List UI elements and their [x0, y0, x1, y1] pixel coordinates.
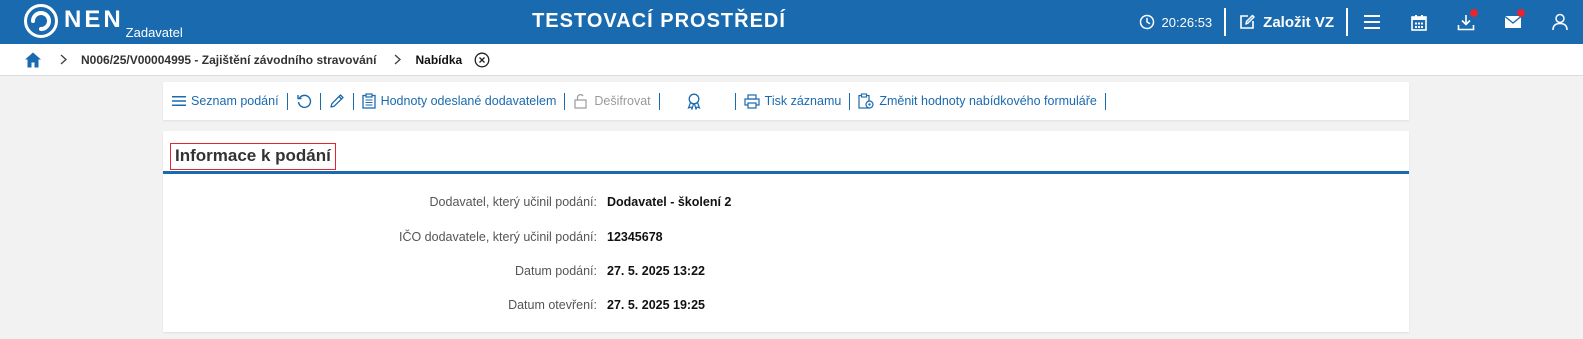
downloads-button[interactable] [1442, 0, 1489, 44]
separator [286, 92, 288, 110]
sent-values-label: Hodnoty odeslané dodavatelem [380, 94, 557, 108]
separator [564, 92, 566, 110]
close-tab-icon[interactable] [474, 52, 490, 68]
calendar-button[interactable] [1395, 0, 1442, 44]
mail-icon [1504, 15, 1521, 28]
menu-icon [1363, 15, 1380, 29]
calendar-icon [1410, 14, 1427, 31]
breadcrumb-item-current: Nabídka [415, 52, 463, 67]
notification-dot [1517, 9, 1525, 17]
clipboard-settings-icon [858, 93, 874, 109]
home-icon[interactable] [24, 51, 42, 69]
chevron-right-icon [60, 54, 67, 65]
separator [319, 92, 321, 110]
field-label: Dodavatel, který učinil podání: [429, 195, 597, 209]
user-icon [1551, 13, 1568, 31]
top-bar-actions: 20:26:53 Založit VZ [1139, 0, 1583, 44]
submissions-list-label: Seznam podání [191, 94, 279, 108]
print-label: Tisk záznamu [764, 94, 842, 108]
create-vz-button[interactable]: Založit VZ [1226, 13, 1346, 31]
refresh-icon [296, 94, 311, 108]
user-button[interactable] [1536, 0, 1583, 44]
change-form-values-label: Změnit hodnoty nabídkového formuláře [879, 94, 1097, 108]
messages-button[interactable] [1489, 0, 1536, 44]
list-icon [172, 96, 186, 106]
separator [1104, 92, 1106, 110]
unlock-icon [574, 94, 587, 109]
clock-time: 20:26:53 [1161, 14, 1213, 30]
submission-info-panel: Informace k podání Dodavatel, který učin… [163, 131, 1409, 332]
decrypt-label: Dešifrovat [594, 94, 651, 108]
pencil-icon [329, 94, 344, 108]
submissions-list-button[interactable]: Seznam podání [172, 94, 279, 108]
info-row-submission-date: Datum podání: 27. 5. 2025 13:22 [163, 264, 1409, 284]
field-label: Datum podání: [515, 264, 597, 278]
ribbon-icon [687, 93, 701, 110]
clipboard-icon [361, 93, 376, 109]
info-row-opening-date: Datum otevření: 27. 5. 2025 19:25 [163, 298, 1409, 318]
menu-button[interactable] [1348, 0, 1395, 44]
edit-button[interactable] [329, 93, 350, 109]
edit-icon [1240, 14, 1255, 29]
notification-dot [1470, 9, 1478, 17]
top-bar: NEN Zadavatel TESTOVACÍ PROSTŘEDÍ 20:26:… [0, 0, 1583, 44]
environment-title: TESTOVACÍ PROSTŘEDÍ [532, 10, 786, 32]
breadcrumb-item-tender[interactable]: N006/25/V00004995 - Zajištění závodního … [81, 53, 376, 67]
clock-icon [1139, 14, 1154, 30]
create-vz-label: Založit VZ [1263, 13, 1334, 31]
award-button[interactable] [686, 93, 707, 110]
decrypt-button[interactable]: Dešifrovat [573, 93, 651, 109]
field-label: Datum otevření: [508, 298, 597, 312]
sent-values-button[interactable]: Hodnoty odeslané dodavatelem [361, 93, 557, 109]
separator [849, 92, 851, 110]
print-button[interactable]: Tisk záznamu [744, 93, 842, 109]
field-value: Dodavatel - školení 2 [607, 195, 732, 209]
info-row-ico: IČO dodavatele, který učinil podání: 123… [163, 230, 1409, 250]
action-toolbar: Seznam podání Hodnoty odeslané dodavatel… [163, 82, 1409, 120]
info-row-supplier: Dodavatel, který učinil podání: Dodavate… [163, 195, 1409, 215]
field-value: 12345678 [607, 230, 663, 244]
field-value: 27. 5. 2025 19:25 [607, 298, 705, 312]
separator [658, 92, 660, 110]
printer-icon [744, 93, 760, 109]
separator [734, 92, 736, 110]
chevron-right-icon [395, 54, 402, 65]
session-clock: 20:26:53 [1139, 14, 1225, 30]
panel-title: Informace k podání [170, 143, 336, 170]
field-value: 27. 5. 2025 13:22 [607, 264, 705, 278]
change-form-values-button[interactable]: Změnit hodnoty nabídkového formuláře [858, 93, 1097, 109]
field-label: IČO dodavatele, který učinil podání: [398, 230, 597, 244]
refresh-button[interactable] [296, 93, 317, 109]
breadcrumb: N006/25/V00004995 - Zajištění závodního … [0, 44, 1583, 76]
separator [352, 92, 354, 110]
panel-title-underline [163, 171, 1409, 174]
